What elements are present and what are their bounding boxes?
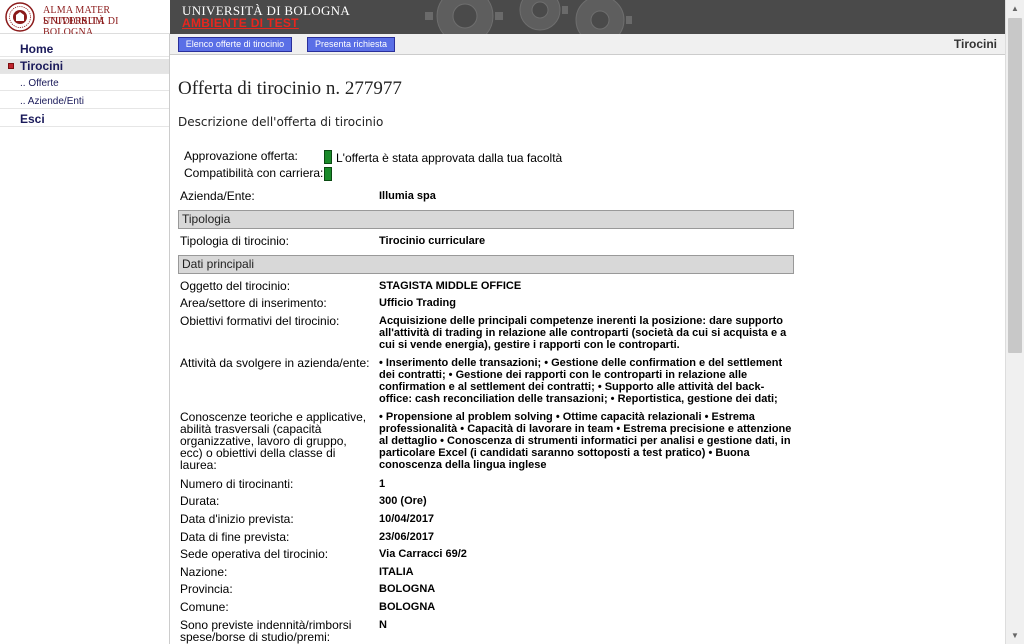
university-logo: ALMA MATER STUDIORUM UNIVERSITÀ DI BOLOG… <box>0 0 170 38</box>
field-label: Attività da svolgere in azienda/ente: <box>180 356 370 370</box>
field-value: 300 (Ore) <box>379 495 427 507</box>
vertical-scrollbar[interactable]: ▲ ▼ <box>1005 0 1024 644</box>
field-label: Sede operativa del tirocinio: <box>180 547 329 561</box>
page-title: Offerta di tirocinio n. 277977 <box>178 78 402 99</box>
field-label: Durata: <box>180 494 220 508</box>
section-title: Tirocini <box>953 37 997 51</box>
top-banner: UNIVERSITÀ DI BOLOGNA AMBIENTE DI TEST <box>170 0 1005 34</box>
field-value: Acquisizione delle principali competenze… <box>379 315 787 351</box>
sidebar-item-offerte[interactable]: .. Offerte <box>0 76 169 91</box>
sidebar: Home Tirocini .. Offerte .. Aziende/Enti… <box>0 34 170 644</box>
field-value: ITALIA <box>379 566 414 578</box>
sidebar-item-tirocini[interactable]: Tirocini <box>0 59 169 74</box>
tipologia-label: Tipologia di tirocinio: <box>180 234 289 248</box>
sidebar-item-esci[interactable]: Esci <box>0 112 169 127</box>
approval-status-text: L'offerta è stata approvata dalla tua fa… <box>336 151 563 165</box>
field-value: Via Carracci 69/2 <box>379 548 467 560</box>
field-label: Sono previste indennità/rimborsi spese/b… <box>180 618 352 644</box>
main-content: Offerta di tirocinio n. 277977 Descrizio… <box>178 55 998 644</box>
field-value: STAGISTA MIDDLE OFFICE <box>379 280 522 292</box>
approval-label: Approvazione offerta: <box>184 149 298 163</box>
test-environment-label: AMBIENTE DI TEST <box>182 16 299 30</box>
field-label: Conoscenze teoriche e applicative, abili… <box>180 410 367 472</box>
tipologia-value: Tirocinio curriculare <box>379 235 486 247</box>
field-value: 10/04/2017 <box>379 513 435 525</box>
section-header-tipologia: Tipologia <box>178 210 794 229</box>
approval-status-indicator <box>324 150 332 164</box>
compatibility-status-indicator <box>324 167 332 181</box>
field-value: N <box>379 619 387 631</box>
gears-decoration-icon <box>425 0 632 34</box>
field-label: Oggetto del tirocinio: <box>180 279 291 293</box>
section-header-dati-principali: Dati principali <box>178 255 794 274</box>
scroll-down-icon[interactable]: ▼ <box>1006 627 1024 644</box>
field-label: Data d'inizio prevista: <box>180 512 294 526</box>
field-label: Obiettivi formativi del tirocinio: <box>180 314 340 328</box>
field-value: Ufficio Trading <box>379 297 456 309</box>
field-value: BOLOGNA <box>379 601 436 613</box>
field-value: 1 <box>379 478 386 490</box>
elenco-offerte-button[interactable]: Elenco offerte di tirocinio <box>178 37 292 52</box>
field-label: Area/settore di inserimento: <box>180 296 327 310</box>
azienda-value: Illumia spa <box>379 190 436 202</box>
field-value: BOLOGNA <box>379 583 436 595</box>
field-value: • Propensione al problem solving • Ottim… <box>379 411 792 471</box>
field-label: Comune: <box>180 600 229 614</box>
field-label: Provincia: <box>180 582 233 596</box>
university-seal-icon <box>5 2 35 32</box>
scroll-up-icon[interactable]: ▲ <box>1006 0 1024 17</box>
field-label: Data di fine prevista: <box>180 530 290 544</box>
top-navigation: Elenco offerte di tirocinio Presenta ric… <box>170 34 1005 55</box>
field-label: Numero di tirocinanti: <box>180 477 294 491</box>
sidebar-item-label: Tirocini <box>20 59 64 73</box>
compatibility-label: Compatibilità con carriera: <box>184 166 324 180</box>
presenta-richiesta-button[interactable]: Presenta richiesta <box>307 37 395 52</box>
expanded-marker-icon <box>8 63 14 69</box>
scrollbar-thumb[interactable] <box>1008 18 1022 353</box>
sidebar-item-aziende[interactable]: .. Aziende/Enti <box>0 94 169 109</box>
sidebar-item-home[interactable]: Home <box>0 42 169 57</box>
azienda-label: Azienda/Ente: <box>180 189 255 203</box>
page-subtitle: Descrizione dell'offerta di tirocinio <box>178 115 384 129</box>
field-label: Nazione: <box>180 565 228 579</box>
field-value: • Inserimento delle transazioni; • Gesti… <box>379 357 783 405</box>
field-value: 23/06/2017 <box>379 531 435 543</box>
